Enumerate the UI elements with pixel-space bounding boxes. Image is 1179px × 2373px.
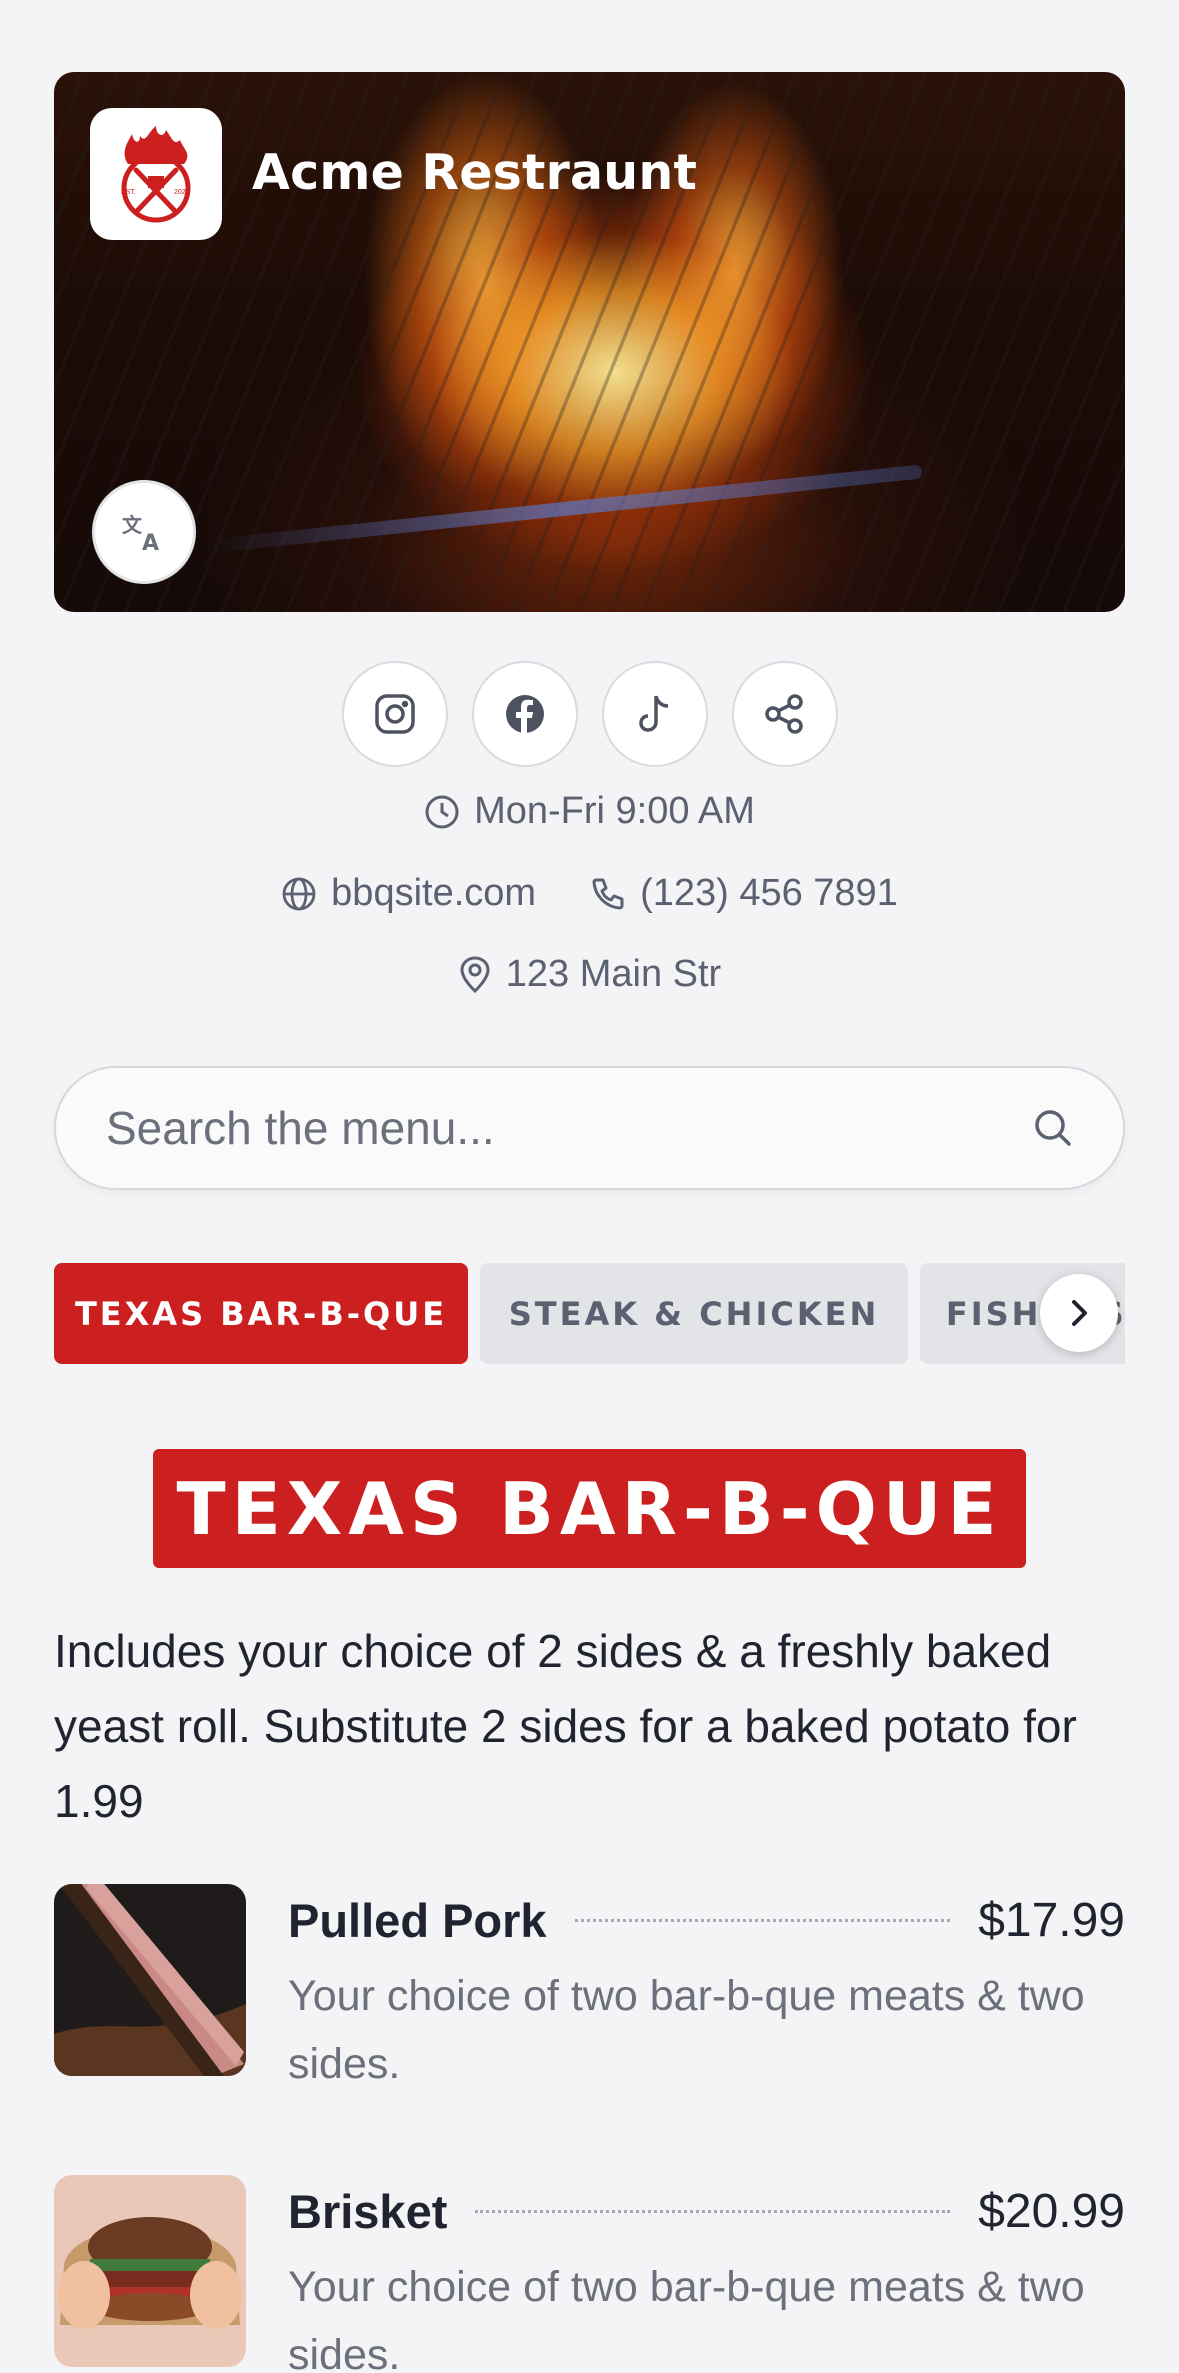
phone-text: (123) 456 7891	[640, 872, 898, 914]
menu-item-name: Pulled Pork	[288, 1893, 547, 1947]
search-icon[interactable]	[1033, 1108, 1073, 1148]
svg-text:A: A	[142, 531, 159, 552]
menu-item-header: Brisket $20.99	[288, 2175, 1125, 2247]
grill-flame-logo-icon: EST. 2024	[121, 126, 191, 223]
address-text: 123 Main Str	[505, 953, 722, 995]
page: EST. 2024 Acme Restraunt 文 A Mon-Fri 9:0…	[0, 0, 1179, 2373]
menu-item-header: Pulled Pork $17.99	[288, 1884, 1125, 1956]
instagram-button[interactable]	[341, 661, 448, 767]
menu-item-price: $20.99	[978, 2184, 1125, 2238]
address-row: 123 Main Str	[0, 953, 1179, 996]
category-tabs: TEXAS BAR-B-QUE STEAK & CHICKEN FISH & S…	[54, 1263, 1125, 1364]
phone-icon	[592, 878, 624, 909]
dotted-leader	[475, 2209, 951, 2213]
translate-icon: 文 A	[122, 513, 159, 552]
translate-button[interactable]: 文 A	[92, 480, 196, 584]
menu-item[interactable]: Pulled Pork $17.99 Your choice of two ba…	[54, 1884, 1125, 2104]
clock-icon	[425, 795, 459, 828]
globe-icon	[282, 877, 316, 910]
tiktok-icon	[638, 695, 668, 732]
instagram-icon	[374, 694, 415, 734]
menu-item-price: $17.99	[978, 1893, 1125, 1947]
menu-item-description: Your choice of two bar-b-que meats & two…	[288, 2263, 1085, 2373]
phone-link[interactable]: (123) 456 7891	[590, 872, 898, 915]
tab-texas-bar-b-que[interactable]: TEXAS BAR-B-QUE	[54, 1263, 468, 1364]
hero-banner: EST. 2024 Acme Restraunt 文 A	[54, 72, 1125, 612]
address-link[interactable]: 123 Main Str	[458, 953, 721, 996]
facebook-icon	[505, 695, 544, 733]
dotted-leader	[574, 1918, 951, 1922]
social-links	[0, 661, 1179, 767]
tab-steak-chicken[interactable]: STEAK & CHICKEN	[480, 1263, 908, 1364]
menu-item-image	[54, 1884, 246, 2076]
menu-item[interactable]: Brisket $20.99 Your choice of two bar-b-…	[54, 2175, 1125, 2373]
hours-text: Mon-Fri 9:00 AM	[474, 790, 755, 832]
menu-item-name: Brisket	[288, 2184, 448, 2238]
hours-info: Mon-Fri 9:00 AM	[424, 790, 755, 833]
map-pin-icon	[460, 955, 490, 993]
section-description: Includes your choice of 2 sides & a fres…	[54, 1625, 1077, 1827]
search-input[interactable]	[106, 1101, 1033, 1155]
menu-item-image	[54, 2175, 246, 2367]
website-link[interactable]: bbqsite.com	[281, 872, 536, 915]
share-icon	[764, 694, 803, 734]
logo-est-text: EST.	[121, 189, 136, 196]
tabs-scroll-right-button[interactable]	[1040, 1274, 1118, 1352]
facebook-button[interactable]	[471, 661, 578, 767]
logo-year-text: 2024	[174, 189, 190, 196]
contact-row: bbqsite.com (123) 456 7891	[0, 872, 1179, 915]
search-bar	[54, 1066, 1125, 1190]
share-button[interactable]	[731, 661, 838, 767]
section-title: TEXAS BAR-B-QUE	[153, 1449, 1026, 1568]
hours-row: Mon-Fri 9:00 AM	[0, 790, 1179, 833]
svg-text:文: 文	[122, 513, 143, 537]
restaurant-name: Acme Restraunt	[252, 144, 698, 201]
website-text: bbqsite.com	[331, 872, 537, 914]
restaurant-logo: EST. 2024	[90, 108, 222, 240]
menu-item-description: Your choice of two bar-b-que meats & two…	[288, 1972, 1085, 2088]
tiktok-button[interactable]	[601, 661, 708, 767]
chevron-right-icon	[1072, 1300, 1087, 1326]
